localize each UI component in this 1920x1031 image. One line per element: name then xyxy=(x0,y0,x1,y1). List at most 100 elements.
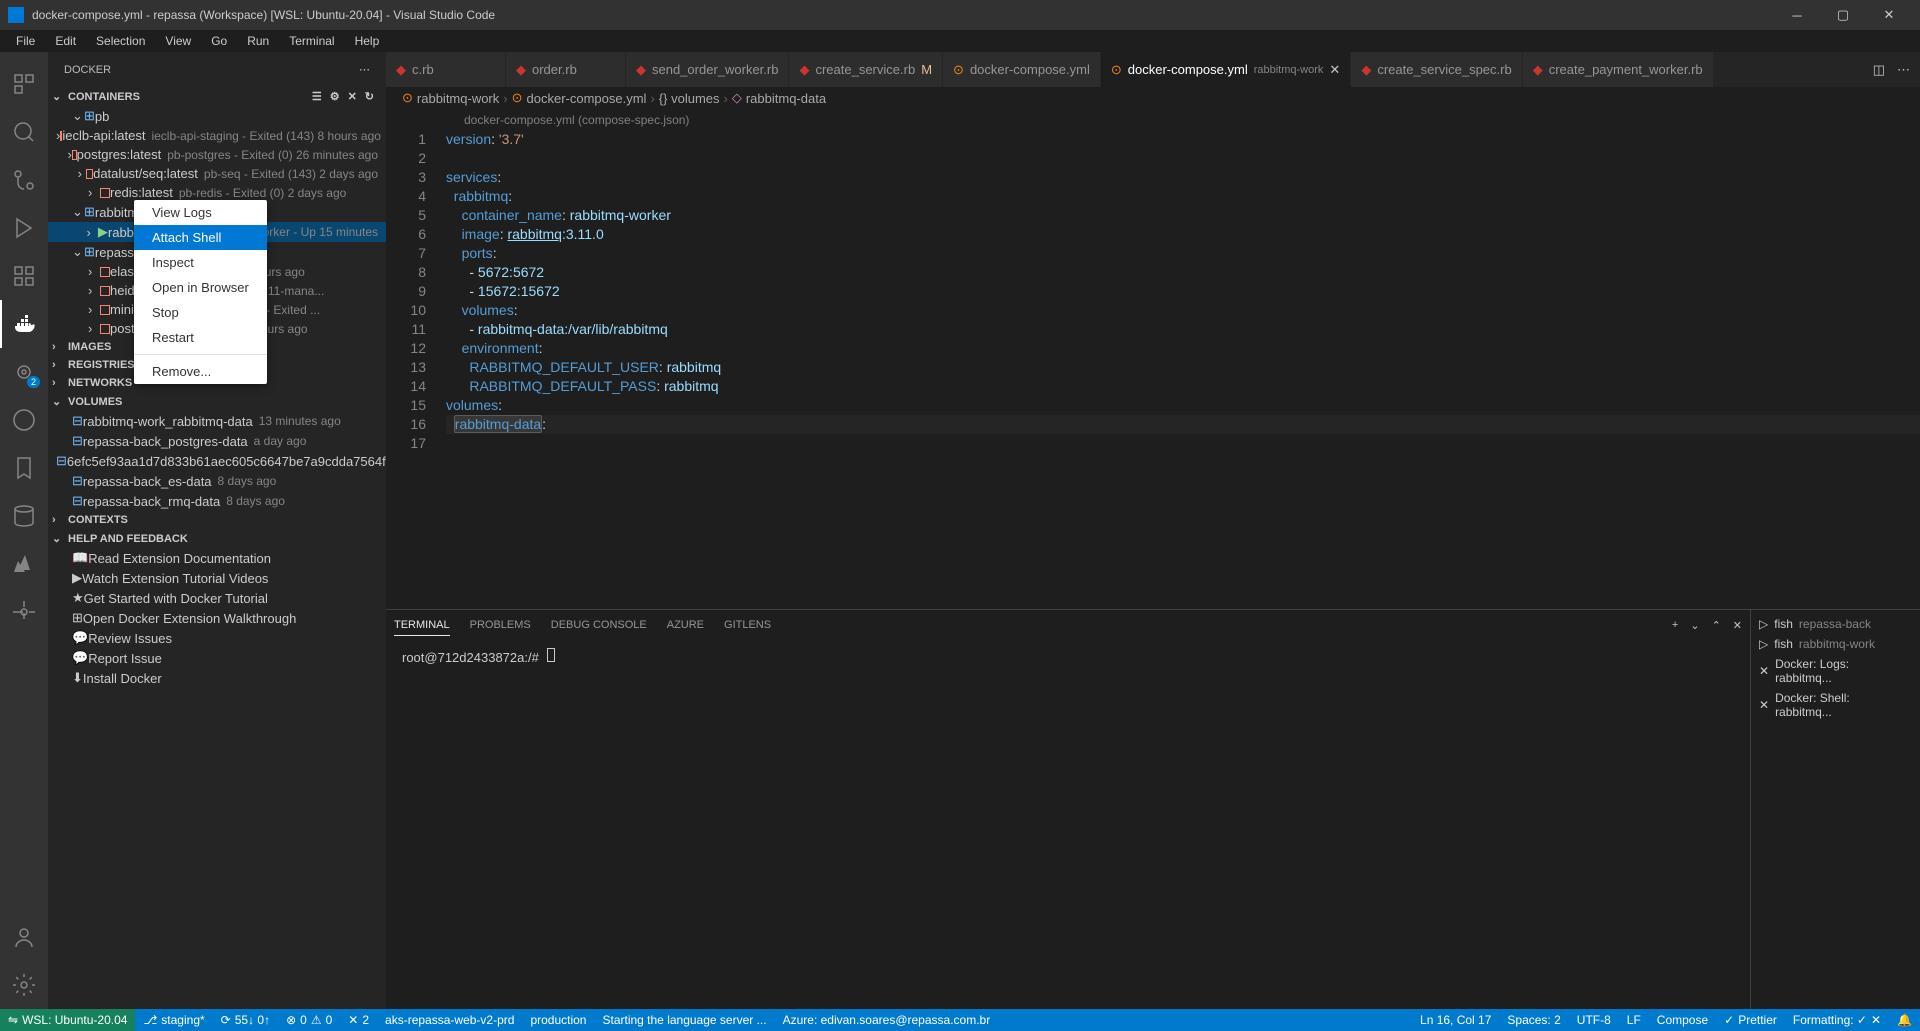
status-azure[interactable]: Azure: edivan.soares@repassa.com.br xyxy=(775,1009,999,1031)
schema-hint[interactable]: docker-compose.yml (compose-spec.json) xyxy=(446,111,1920,130)
help-item[interactable]: ⬇ Install Docker xyxy=(48,668,386,688)
panel-tab-azure[interactable]: AZURE xyxy=(667,615,704,635)
close-icon[interactable]: ✕ xyxy=(1733,619,1742,632)
terminal-list-item[interactable]: ✕Docker: Logs: rabbitmq... xyxy=(1751,654,1920,688)
plus-icon[interactable]: + xyxy=(1672,619,1678,632)
editor[interactable]: 1234567891011121314151617 docker-compose… xyxy=(386,109,1920,609)
panel-tab-terminal[interactable]: TERMINAL xyxy=(394,615,450,636)
activity-k8s[interactable] xyxy=(0,588,48,636)
activity-accounts[interactable] xyxy=(0,913,48,961)
volume-item[interactable]: ⊟ repassa-back_es-data8 days ago xyxy=(48,471,386,491)
section-help[interactable]: ⌄HELP AND FEEDBACK xyxy=(48,529,386,548)
activity-remote[interactable]: 2 xyxy=(0,348,48,396)
editor-tab[interactable]: ◆c.rb xyxy=(386,52,506,87)
section-containers[interactable]: ⌄ CONTAINERS ☰ ⚙ ✕ ↻ xyxy=(48,87,386,106)
terminal-list-item[interactable]: ▷fish repassa-back xyxy=(1751,614,1920,634)
context-menu-item[interactable]: Remove... xyxy=(134,359,267,384)
help-item[interactable]: ▶ Watch Extension Tutorial Videos xyxy=(48,568,386,588)
activity-docker[interactable] xyxy=(0,300,48,348)
trash-icon[interactable]: ✕ xyxy=(348,90,357,103)
panel-tab-gitlens[interactable]: GITLENS xyxy=(724,615,771,635)
context-menu-item[interactable]: Attach Shell xyxy=(134,225,267,250)
section-volumes[interactable]: ⌄VOLUMES xyxy=(48,392,386,411)
help-item[interactable]: 💬 Report Issue xyxy=(48,648,386,668)
volume-item[interactable]: ⊟ rabbitmq-work_rabbitmq-data13 minutes … xyxy=(48,411,386,431)
context-menu-item[interactable]: View Logs xyxy=(134,200,267,225)
status-spaces[interactable]: Spaces: 2 xyxy=(1499,1013,1568,1027)
help-item[interactable]: 💬 Review Issues xyxy=(48,628,386,648)
activity-explorer[interactable] xyxy=(0,60,48,108)
panel-tab-problems[interactable]: PROBLEMS xyxy=(470,615,531,635)
menu-go[interactable]: Go xyxy=(203,32,235,50)
status-position[interactable]: Ln 16, Col 17 xyxy=(1412,1013,1499,1027)
refresh-icon[interactable]: ↻ xyxy=(365,90,374,103)
chevron-up-icon[interactable]: ⌃ xyxy=(1712,619,1721,632)
status-eol[interactable]: LF xyxy=(1619,1013,1649,1027)
volume-item[interactable]: ⊟ 6efc5ef93aa1d7d833b61aec605c6647be7a9c… xyxy=(48,451,386,471)
more-icon[interactable]: ⋯ xyxy=(359,63,370,76)
menu-view[interactable]: View xyxy=(157,32,199,50)
editor-tab[interactable]: ◆send_order_worker.rb xyxy=(626,52,789,87)
activity-testing[interactable] xyxy=(0,396,48,444)
list-icon[interactable]: ☰ xyxy=(312,90,322,103)
editor-tab[interactable]: ◆create_payment_worker.rb xyxy=(1523,52,1714,87)
close-button[interactable]: ✕ xyxy=(1866,0,1912,30)
activity-extensions[interactable] xyxy=(0,252,48,300)
editor-tab[interactable]: ⊙docker-compose.yml rabbitmq-work✕ xyxy=(1101,52,1351,87)
status-branch[interactable]: ⎇staging* xyxy=(135,1009,212,1031)
status-lang[interactable]: Compose xyxy=(1649,1013,1716,1027)
terminal-list-item[interactable]: ✕Docker: Shell: rabbitmq... xyxy=(1751,688,1920,722)
menu-edit[interactable]: Edit xyxy=(47,32,84,50)
status-lsp[interactable]: Starting the language server ... xyxy=(594,1009,774,1031)
container-item[interactable]: › postgres:latestpb-postgres - Exited (0… xyxy=(48,145,386,164)
volume-item[interactable]: ⊟ repassa-back_postgres-dataa day ago xyxy=(48,431,386,451)
volume-item[interactable]: ⊟ repassa-back_rmq-data8 days ago xyxy=(48,491,386,511)
context-menu-item[interactable]: Stop xyxy=(134,300,267,325)
activity-scm[interactable] xyxy=(0,156,48,204)
menu-terminal[interactable]: Terminal xyxy=(281,32,342,50)
activity-bookmarks[interactable] xyxy=(0,444,48,492)
context-menu-item[interactable]: Inspect xyxy=(134,250,267,275)
terminal-list-item[interactable]: ▷fish rabbitmq-work xyxy=(1751,634,1920,654)
more-icon[interactable]: ⋯ xyxy=(1897,62,1910,78)
status-env[interactable]: production xyxy=(522,1009,594,1031)
help-item[interactable]: 📖 Read Extension Documentation xyxy=(48,548,386,568)
section-contexts[interactable]: ›CONTEXTS xyxy=(48,511,386,529)
status-encoding[interactable]: UTF-8 xyxy=(1569,1013,1619,1027)
activity-settings[interactable] xyxy=(0,961,48,1009)
status-sync[interactable]: ⟳55↓ 0↑ xyxy=(213,1009,278,1031)
gear-icon[interactable]: ⚙ xyxy=(330,90,340,103)
container-item[interactable]: › datalust/seq:latestpb-seq - Exited (14… xyxy=(48,164,386,183)
menu-run[interactable]: Run xyxy=(239,32,277,50)
editor-tab[interactable]: ◆create_service.rb M xyxy=(789,52,943,87)
minimap[interactable] xyxy=(1830,109,1920,309)
status-prettier[interactable]: ✓Prettier xyxy=(1716,1013,1785,1027)
status-bell[interactable]: 🔔 xyxy=(1889,1013,1920,1027)
help-item[interactable]: ★ Get Started with Docker Tutorial xyxy=(48,588,386,608)
status-info[interactable]: ✕2 xyxy=(340,1009,377,1031)
split-icon[interactable]: ◫ xyxy=(1873,62,1885,78)
close-icon[interactable]: ✕ xyxy=(1329,62,1340,78)
activity-azure[interactable] xyxy=(0,540,48,588)
menu-selection[interactable]: Selection xyxy=(88,32,153,50)
help-item[interactable]: ⊞ Open Docker Extension Walkthrough xyxy=(48,608,386,628)
container-item[interactable]: › ieclb-api:latestieclb-api-staging - Ex… xyxy=(48,126,386,145)
status-errors[interactable]: ⊗0 ⚠0 xyxy=(278,1009,340,1031)
breadcrumb[interactable]: ⊙ rabbitmq-work › ⊙ docker-compose.yml ›… xyxy=(386,87,1920,109)
context-menu-item[interactable]: Open in Browser xyxy=(134,275,267,300)
editor-tab[interactable]: ⊙docker-compose.yml xyxy=(943,52,1101,87)
editor-tab[interactable]: ◆create_service_spec.rb xyxy=(1351,52,1522,87)
status-remote[interactable]: ⇋WSL: Ubuntu-20.04 xyxy=(0,1009,135,1031)
container-group[interactable]: ⌄⊞ pb xyxy=(48,106,386,126)
status-k8s[interactable]: aks-repassa-web-v2-prd xyxy=(377,1009,522,1031)
status-formatting[interactable]: Formatting: ✓✕ xyxy=(1785,1013,1889,1027)
activity-db[interactable] xyxy=(0,492,48,540)
menu-file[interactable]: File xyxy=(8,32,43,50)
minimize-button[interactable]: ─ xyxy=(1774,0,1820,30)
panel-tab-debug[interactable]: DEBUG CONSOLE xyxy=(551,615,647,635)
terminal[interactable]: root@712d2433872a:/# xyxy=(386,640,1750,1009)
chevron-down-icon[interactable]: ⌄ xyxy=(1690,619,1699,632)
activity-debug[interactable] xyxy=(0,204,48,252)
maximize-button[interactable]: ▢ xyxy=(1820,0,1866,30)
context-menu-item[interactable]: Restart xyxy=(134,325,267,350)
